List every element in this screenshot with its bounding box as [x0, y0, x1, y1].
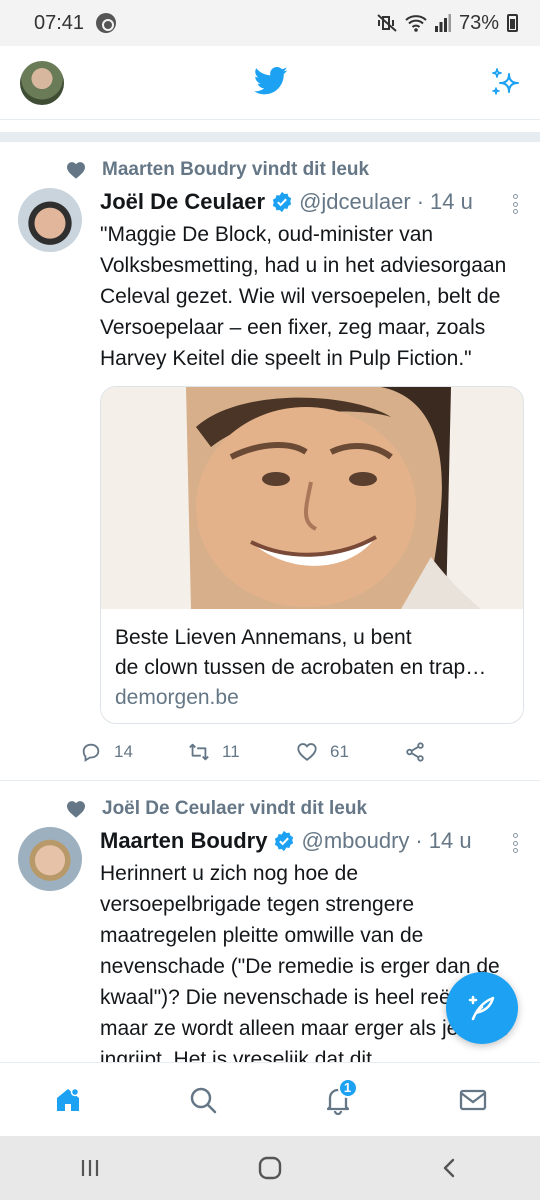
- twitter-bird-icon[interactable]: [254, 66, 288, 96]
- signal-icon: [434, 14, 451, 32]
- heart-icon: [297, 743, 317, 761]
- heart-filled-icon: [67, 801, 85, 818]
- retweet-icon: [189, 743, 209, 761]
- system-nav-bar: [0, 1136, 540, 1200]
- notification-badge: 1: [337, 1077, 358, 1098]
- tweet-time: 14 u: [430, 189, 473, 214]
- verified-badge-icon: [275, 830, 294, 852]
- author-handle[interactable]: @jdceulaer: [299, 188, 411, 216]
- wifi-icon: [405, 15, 427, 32]
- profile-avatar[interactable]: [20, 61, 64, 105]
- retweet-count: 11: [222, 742, 240, 761]
- reply-icon: [82, 743, 100, 762]
- nav-messages[interactable]: [443, 1070, 503, 1130]
- social-context: Joël De Ceulaer vindt dit leuk: [18, 795, 522, 823]
- separator: ·: [416, 189, 425, 214]
- reply-count: 14: [114, 742, 133, 761]
- mail-icon: [459, 1089, 486, 1110]
- more-options-icon[interactable]: [510, 833, 520, 853]
- tweet-time: 14 u: [428, 828, 472, 853]
- author-name[interactable]: Maarten Boudry: [100, 827, 267, 855]
- card-title-line-2: de clown tussen de acrobaten en trap…: [115, 656, 487, 679]
- avatar[interactable]: [18, 188, 82, 252]
- sparkle-icon[interactable]: [490, 66, 522, 98]
- battery-icon: [507, 14, 518, 32]
- nav-notifications[interactable]: 1: [308, 1070, 368, 1130]
- previous-tweet-remnant: [0, 120, 540, 142]
- heart-filled-icon: [67, 162, 85, 179]
- compose-tweet-button[interactable]: [446, 972, 518, 1044]
- recent-apps-icon[interactable]: [78, 1156, 102, 1180]
- battery-level: 73%: [458, 11, 499, 34]
- compose-feather-icon: [468, 995, 495, 1021]
- search-icon: [190, 1087, 216, 1113]
- like-button[interactable]: 61: [296, 741, 404, 763]
- home-button-icon[interactable]: [257, 1155, 283, 1181]
- tweet[interactable]: Maarten Boudry vindt dit leuk Joël De Ce…: [0, 142, 540, 781]
- card-image: [101, 387, 523, 609]
- retweet-button[interactable]: 11: [188, 741, 296, 763]
- tweet-text: "Maggie De Block, oud-minister van Volks…: [100, 223, 507, 370]
- verified-badge-icon: [272, 191, 292, 213]
- card-text: Beste Lieven Annemans, u bent de clown t…: [101, 609, 523, 723]
- like-count: 61: [330, 742, 349, 761]
- card-domain: demorgen.be: [115, 686, 239, 709]
- timeline-feed[interactable]: Maarten Boudry vindt dit leuk Joël De Ce…: [0, 120, 540, 1062]
- tweet-header: Maarten Boudry @mboudry · 14 u: [100, 827, 522, 855]
- app-header: [0, 46, 540, 120]
- liked-by-text: Joël De Ceulaer vindt dit leuk: [102, 798, 368, 819]
- mute-vibrate-icon: [377, 14, 397, 32]
- author-name[interactable]: Joël De Ceulaer: [100, 188, 265, 216]
- tweet-header: Joël De Ceulaer @jdceulaer · 14 u: [100, 188, 522, 216]
- social-context: Maarten Boudry vindt dit leuk: [18, 156, 522, 184]
- card-title-line-1: Beste Lieven Annemans, u bent: [115, 626, 412, 649]
- nav-search[interactable]: [173, 1070, 233, 1130]
- tweet-actions: 14 11 61: [80, 724, 522, 780]
- reply-button[interactable]: 14: [80, 741, 188, 763]
- avatar[interactable]: [18, 827, 82, 891]
- bottom-nav: 1: [0, 1062, 540, 1136]
- shazam-icon: [96, 13, 117, 33]
- status-bar: 07:41 73%: [0, 0, 540, 46]
- author-handle[interactable]: @mboudry: [301, 827, 409, 855]
- link-card[interactable]: Beste Lieven Annemans, u bent de clown t…: [100, 386, 524, 724]
- clock: 07:41: [34, 11, 85, 34]
- share-button[interactable]: [404, 741, 512, 763]
- share-icon: [406, 742, 424, 762]
- back-icon[interactable]: [438, 1156, 462, 1180]
- more-options-icon[interactable]: [510, 194, 520, 214]
- home-icon: [56, 1087, 79, 1111]
- separator: ·: [415, 828, 423, 853]
- liked-by-text: Maarten Boudry vindt dit leuk: [102, 159, 370, 180]
- nav-home[interactable]: [38, 1070, 98, 1130]
